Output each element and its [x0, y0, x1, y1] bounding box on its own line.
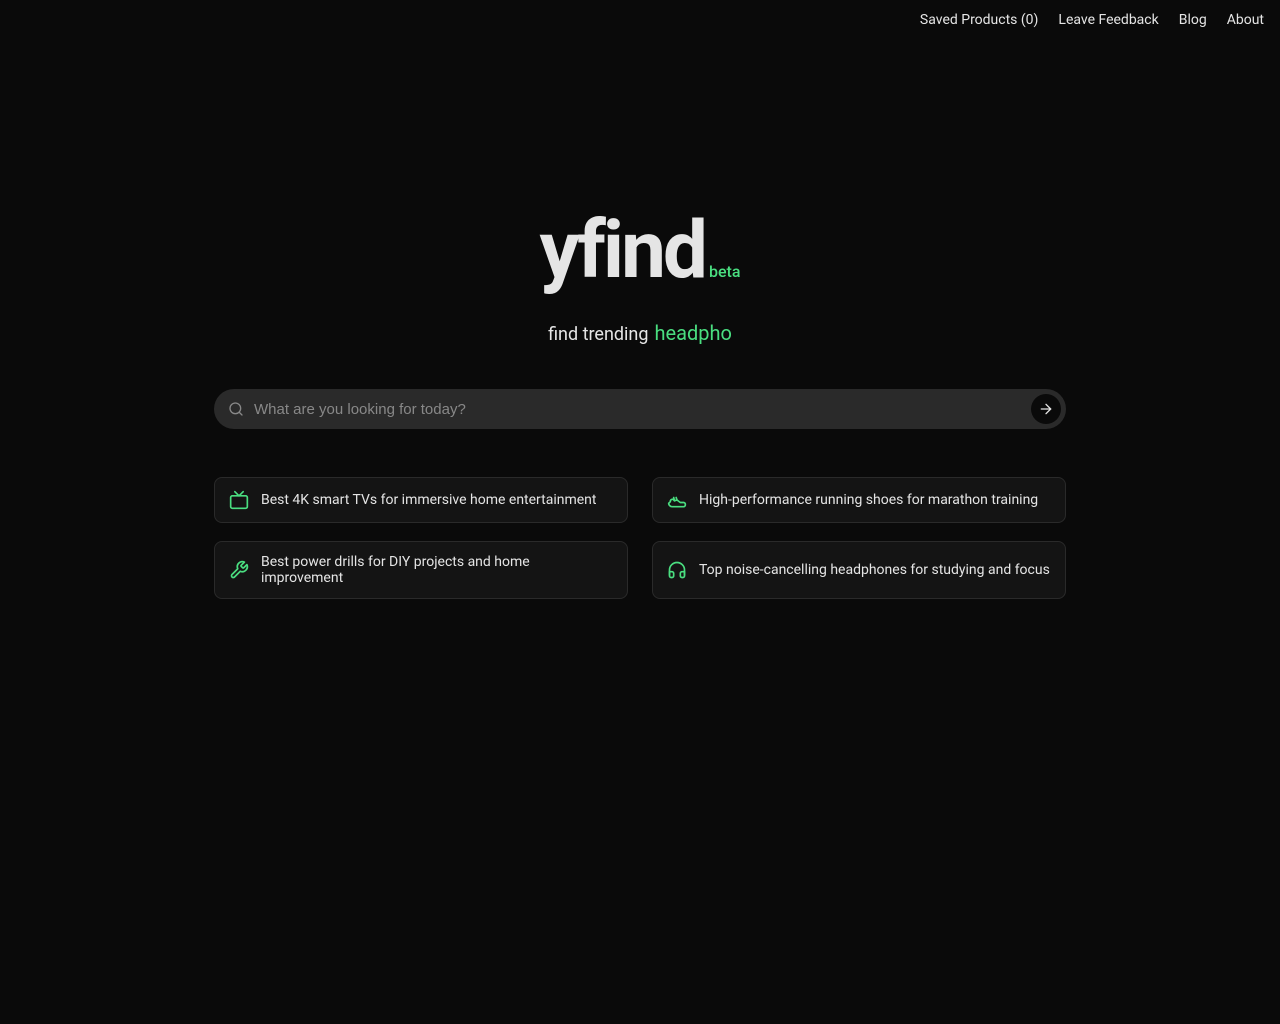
headphones-icon	[667, 560, 687, 580]
search-container	[214, 389, 1066, 429]
logo-text: yfind	[540, 210, 705, 290]
tagline-dynamic: headpho	[654, 321, 731, 345]
suggestion-text: High-performance running shoes for marat…	[699, 492, 1038, 508]
tagline: find trending headpho	[548, 321, 732, 345]
suggestion-text: Top noise-cancelling headphones for stud…	[699, 562, 1050, 578]
shoe-icon	[667, 490, 687, 510]
blog-link[interactable]: Blog	[1179, 12, 1207, 28]
tagline-static: find trending	[548, 324, 648, 345]
tv-icon	[229, 490, 249, 510]
saved-products-link[interactable]: Saved Products (0)	[920, 12, 1039, 28]
main-content: yfind beta find trending headpho	[0, 210, 1280, 599]
wrench-icon	[229, 560, 249, 580]
suggestions-grid: Best 4K smart TVs for immersive home ent…	[214, 477, 1066, 599]
beta-badge: beta	[709, 262, 741, 281]
search-submit-button[interactable]	[1031, 394, 1061, 424]
suggestion-card-tvs[interactable]: Best 4K smart TVs for immersive home ent…	[214, 477, 628, 523]
arrow-right-icon	[1038, 401, 1054, 417]
logo: yfind beta	[540, 210, 741, 293]
suggestion-card-shoes[interactable]: High-performance running shoes for marat…	[652, 477, 1066, 523]
suggestion-card-drills[interactable]: Best power drills for DIY projects and h…	[214, 541, 628, 599]
search-input[interactable]	[214, 389, 1066, 429]
suggestion-card-headphones[interactable]: Top noise-cancelling headphones for stud…	[652, 541, 1066, 599]
suggestion-text: Best power drills for DIY projects and h…	[261, 554, 613, 586]
leave-feedback-link[interactable]: Leave Feedback	[1058, 12, 1158, 28]
suggestion-text: Best 4K smart TVs for immersive home ent…	[261, 492, 596, 508]
about-link[interactable]: About	[1227, 12, 1264, 28]
search-icon	[228, 401, 244, 417]
header-nav: Saved Products (0) Leave Feedback Blog A…	[0, 0, 1280, 40]
